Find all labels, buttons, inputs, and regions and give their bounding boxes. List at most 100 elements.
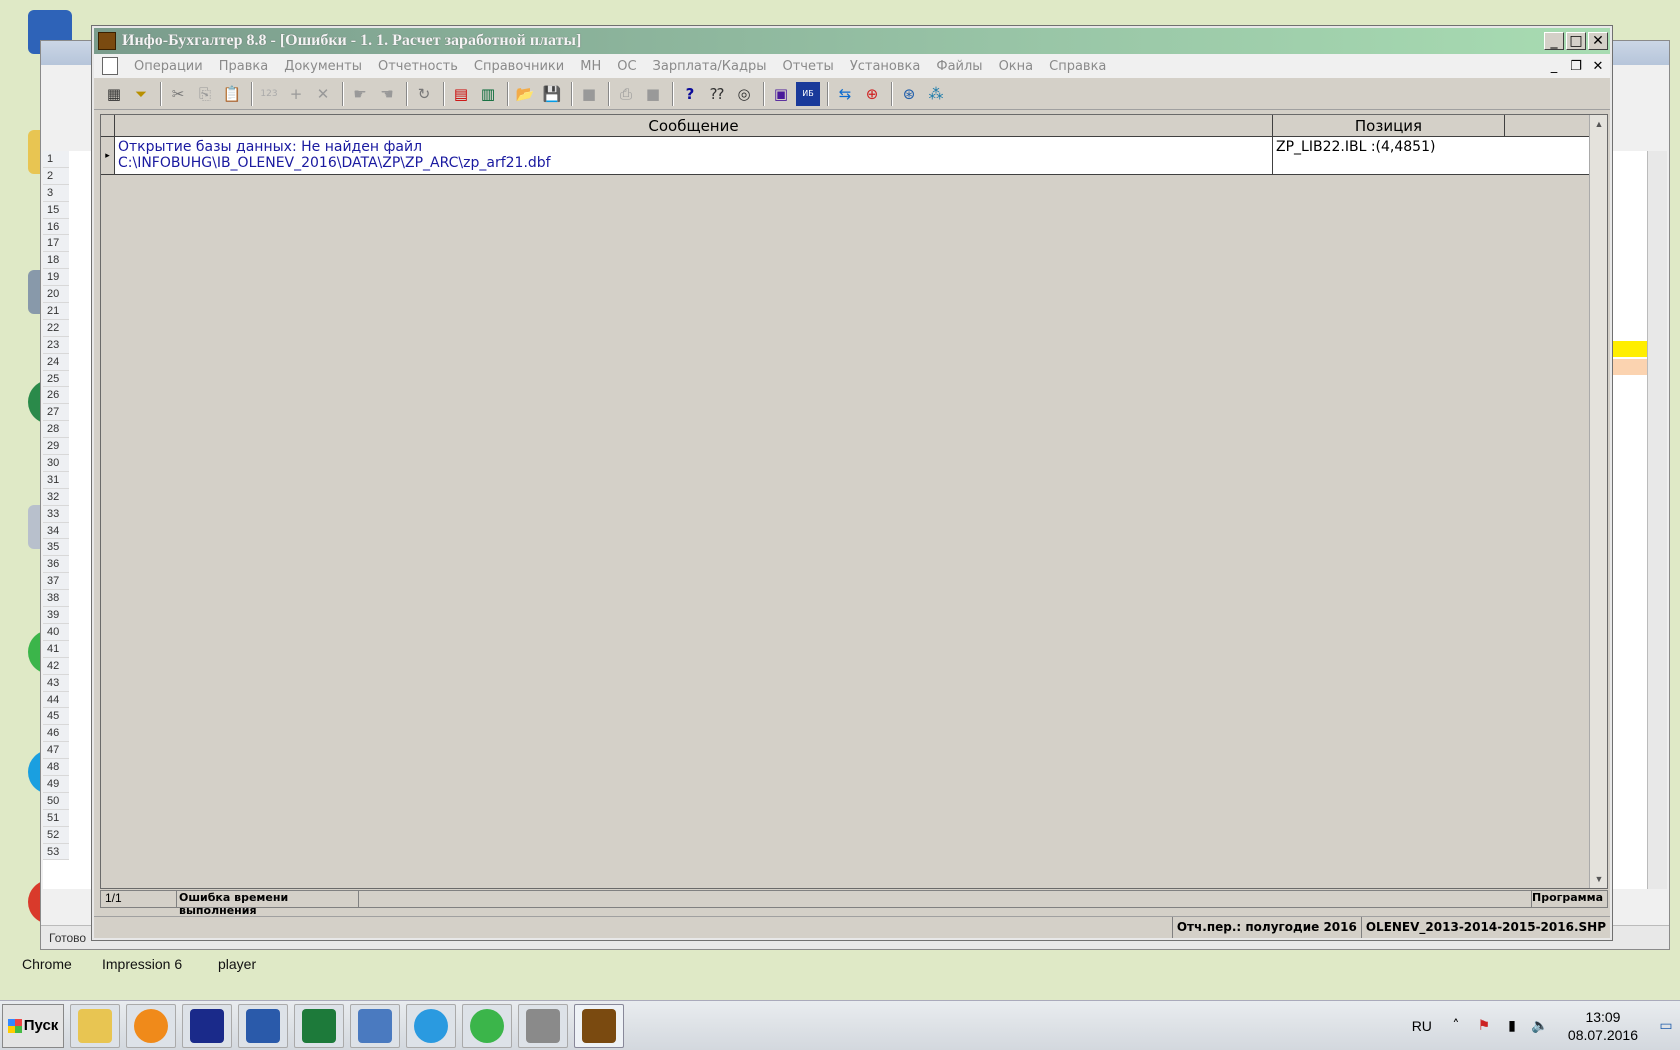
excel-row-header[interactable]: 37 xyxy=(43,573,69,591)
excel-vscroll[interactable] xyxy=(1647,151,1667,889)
menu-edit[interactable]: Правка xyxy=(211,59,276,74)
network-status-icon[interactable]: ▮ xyxy=(1502,1016,1522,1036)
excel-row-header[interactable]: 30 xyxy=(43,455,69,472)
excel-row-header[interactable]: 20 xyxy=(43,286,69,304)
excel-row-header[interactable]: 18 xyxy=(43,252,69,270)
paste-icon[interactable]: 📋 xyxy=(220,82,244,106)
excel-row-header[interactable]: 31 xyxy=(43,471,69,489)
pointer-multi-icon[interactable]: ☚ xyxy=(375,82,399,106)
cell-message[interactable]: Открытие базы данных: Не найден файл C:\… xyxy=(115,137,1273,174)
calendar-icon[interactable]: ▤ xyxy=(449,82,473,106)
grid-view-icon[interactable]: ▦ xyxy=(102,82,126,106)
taskbar-icq[interactable] xyxy=(462,1003,512,1048)
excel-row-header[interactable]: 36 xyxy=(43,556,69,574)
document-icon[interactable] xyxy=(102,57,118,75)
taskbar-explorer[interactable] xyxy=(70,1003,120,1048)
excel-row-header[interactable]: 27 xyxy=(43,404,69,422)
excel-row-header[interactable]: 33 xyxy=(43,505,69,523)
print-preview-icon[interactable]: ■ xyxy=(641,82,665,106)
excel-row-header[interactable]: 50 xyxy=(43,792,69,810)
print-icon[interactable]: ⎙ xyxy=(614,82,638,106)
excel-row-header[interactable]: 35 xyxy=(43,539,69,557)
excel-row-header[interactable]: 45 xyxy=(43,708,69,726)
clock[interactable]: 13:09 08.07.2016 xyxy=(1554,1008,1652,1044)
excel-row-header[interactable]: 25 xyxy=(43,370,69,388)
excel-row-header[interactable]: 16 xyxy=(43,218,69,236)
teamviewer-icon[interactable]: ⇆ xyxy=(833,82,857,106)
infobuh-window[interactable]: Инфо-Бухгалтер 8.8 - [Ошибки - 1. 1. Рас… xyxy=(92,26,1612,940)
menu-references[interactable]: Справочники xyxy=(466,59,572,74)
taskbar-infobuh[interactable] xyxy=(574,1003,624,1048)
start-button[interactable]: Пуск xyxy=(2,1003,64,1048)
excel-row-header[interactable]: 52 xyxy=(43,826,69,844)
help-icon[interactable]: ? xyxy=(678,82,702,106)
taskbar-ie[interactable] xyxy=(406,1003,456,1048)
taskbar-save[interactable] xyxy=(182,1003,232,1048)
action-center-icon[interactable]: ⚑ xyxy=(1474,1016,1494,1036)
ib10-icon[interactable]: ИБ xyxy=(796,81,820,106)
mdi-close-button[interactable]: ✕ xyxy=(1588,57,1608,75)
film-icon[interactable]: ▣ xyxy=(769,82,793,106)
excel-row-header[interactable]: 34 xyxy=(43,522,69,540)
excel-row-header[interactable]: 22 xyxy=(43,319,69,337)
scroll-down-icon[interactable]: ▼ xyxy=(1590,870,1608,888)
excel-row-header[interactable]: 43 xyxy=(43,674,69,692)
show-hidden-icons-icon[interactable]: ˄ xyxy=(1446,1016,1466,1036)
excel-row-header[interactable]: 46 xyxy=(43,725,69,743)
taskbar-media[interactable] xyxy=(126,1003,176,1048)
excel-row-header[interactable]: 3 xyxy=(43,184,69,202)
compass-icon[interactable]: ◎ xyxy=(732,82,756,106)
excel-row-header[interactable]: 21 xyxy=(43,303,69,320)
column-header-message[interactable]: Сообщение xyxy=(115,115,1273,136)
menu-files[interactable]: Файлы xyxy=(928,59,990,74)
excel-row-header[interactable]: 53 xyxy=(43,843,69,861)
cut-icon[interactable]: ✂ xyxy=(166,82,190,106)
web-icon[interactable]: ⊛ xyxy=(897,82,921,106)
column-header-position[interactable]: Позиция xyxy=(1273,115,1505,136)
excel-row-header[interactable]: 51 xyxy=(43,809,69,827)
open-folder-icon[interactable]: 📂 xyxy=(513,82,537,106)
notification-icon[interactable]: ▭ xyxy=(1656,1016,1676,1036)
add-icon[interactable]: + xyxy=(284,82,308,106)
excel-row-header[interactable]: 15 xyxy=(43,201,69,219)
menu-mn[interactable]: МН xyxy=(572,59,609,74)
excel-row-header[interactable]: 17 xyxy=(43,235,69,253)
excel-row-header[interactable]: 32 xyxy=(43,488,69,506)
remote-help-icon[interactable]: ⊕ xyxy=(860,82,884,106)
pointer-icon[interactable]: ☛ xyxy=(348,82,372,106)
excel-row-header[interactable]: 44 xyxy=(43,691,69,709)
mdi-minimize-button[interactable]: _ xyxy=(1544,57,1564,75)
menu-help[interactable]: Справка xyxy=(1041,59,1114,74)
delete-icon[interactable]: ✕ xyxy=(311,82,335,106)
table-row[interactable]: ▸ Открытие базы данных: Не найден файл C… xyxy=(101,137,1607,175)
volume-icon[interactable]: 🔈 xyxy=(1530,1016,1550,1036)
taskbar-network[interactable] xyxy=(518,1003,568,1048)
excel-row-header[interactable]: 26 xyxy=(43,387,69,405)
scroll-up-icon[interactable]: ▲ xyxy=(1590,115,1608,133)
excel-row-header[interactable]: 19 xyxy=(43,269,69,287)
calculator-icon[interactable]: ▥ xyxy=(476,82,500,106)
errors-grid[interactable]: Сообщение Позиция ▸ Открытие базы данных… xyxy=(100,114,1608,889)
taskbar-excel[interactable] xyxy=(294,1003,344,1048)
taskbar-word[interactable] xyxy=(238,1003,288,1048)
excel-row-header[interactable]: 47 xyxy=(43,742,69,760)
excel-row-header[interactable]: 42 xyxy=(43,657,69,675)
window-titlebar[interactable]: Инфо-Бухгалтер 8.8 - [Ошибки - 1. 1. Рас… xyxy=(94,28,1610,54)
menu-reports[interactable]: Отчеты xyxy=(775,59,842,74)
network-icon[interactable]: ⁂ xyxy=(924,82,948,106)
taskbar-remote[interactable] xyxy=(350,1003,400,1048)
menu-setup[interactable]: Установка xyxy=(842,59,929,74)
menu-salary[interactable]: Зарплата/Кадры xyxy=(645,59,775,74)
menu-reporting[interactable]: Отчетность xyxy=(370,59,466,74)
excel-row-header[interactable]: 23 xyxy=(43,336,69,354)
menu-windows[interactable]: Окна xyxy=(991,59,1042,74)
menu-documents[interactable]: Документы xyxy=(276,59,370,74)
excel-row-header[interactable]: 39 xyxy=(43,607,69,624)
excel-row-header[interactable]: 29 xyxy=(43,438,69,456)
excel-row-header[interactable]: 28 xyxy=(43,421,69,439)
menu-os[interactable]: ОС xyxy=(609,59,644,74)
excel-row-header[interactable]: 2 xyxy=(43,167,69,185)
number-icon[interactable]: 123 xyxy=(257,82,281,106)
maximize-button[interactable]: □ xyxy=(1566,32,1586,50)
mdi-restore-button[interactable]: ❐ xyxy=(1566,57,1586,75)
